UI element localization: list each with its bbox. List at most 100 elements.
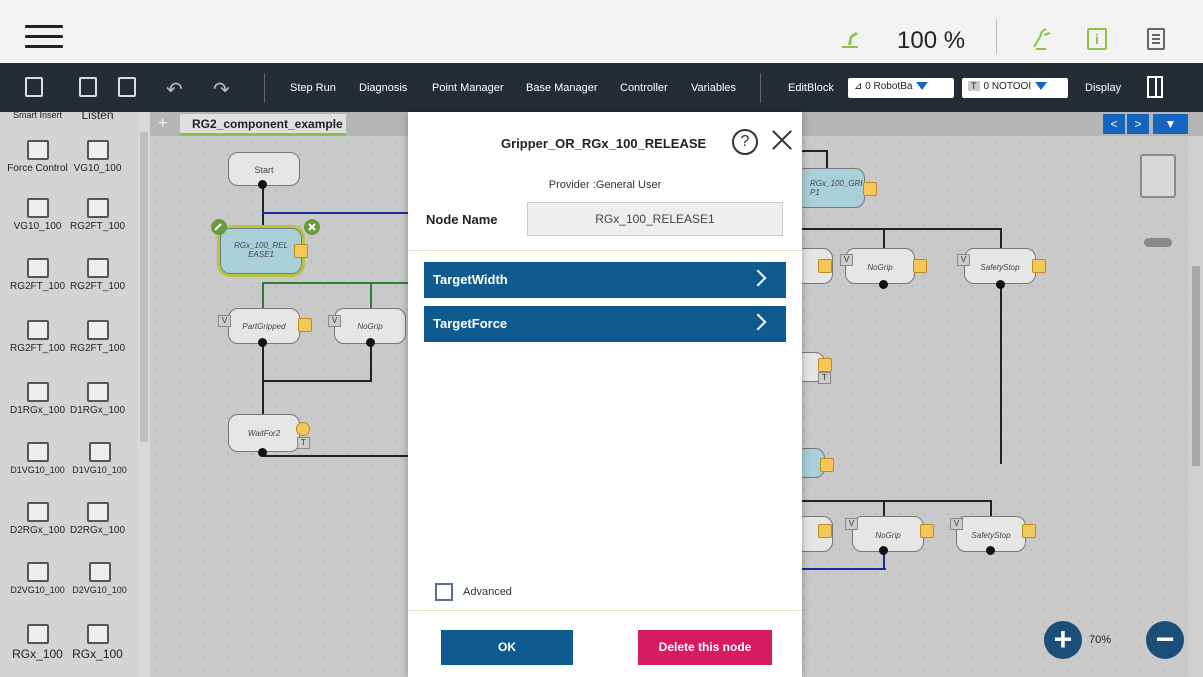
toolbar-separator bbox=[760, 73, 761, 103]
step-run-button[interactable]: Step Run bbox=[290, 82, 336, 94]
flow-connector bbox=[262, 212, 408, 214]
node-settings-icon bbox=[863, 182, 877, 196]
chevron-down-icon bbox=[1035, 82, 1048, 91]
hand-guide-icon[interactable] bbox=[1030, 25, 1054, 51]
variable-badge: V bbox=[328, 315, 341, 327]
flow-node-no-grip-right2[interactable]: NoGrip bbox=[852, 516, 924, 552]
section-target-force[interactable]: TargetForce bbox=[424, 306, 786, 342]
toggle-off-icon[interactable] bbox=[1140, 220, 1176, 250]
redo-icon[interactable]: ↷ bbox=[213, 77, 230, 102]
flow-node-safety-stop[interactable]: SafetyStop bbox=[964, 248, 1036, 284]
gripper-icon bbox=[86, 382, 109, 402]
advanced-checkbox[interactable] bbox=[435, 583, 453, 601]
palette-item[interactable]: D1VG10_100 bbox=[62, 442, 137, 475]
tool-select[interactable]: T0 NOTOOI bbox=[962, 78, 1068, 98]
zoom-in-button[interactable]: + bbox=[1044, 621, 1082, 659]
info-icon[interactable]: i bbox=[1087, 28, 1107, 50]
dialog-title: Gripper_OR_RGx_100_RELEASE bbox=[501, 136, 707, 151]
canvas-nav-next-button[interactable]: > bbox=[1127, 114, 1149, 134]
edit-block-button[interactable]: EditBlock bbox=[788, 82, 834, 94]
gripper-icon bbox=[26, 502, 49, 522]
edit-node-icon[interactable] bbox=[210, 218, 228, 236]
export-file-icon[interactable] bbox=[118, 77, 136, 97]
help-icon[interactable]: ? bbox=[732, 129, 758, 155]
robot-status-icon bbox=[842, 32, 858, 48]
tool-tag: T bbox=[968, 81, 980, 91]
new-file-icon[interactable] bbox=[25, 77, 43, 97]
flow-node-wait-for2[interactable]: WaitFor2 bbox=[228, 414, 300, 452]
vacuum-gripper-icon bbox=[26, 562, 49, 582]
flow-connector bbox=[262, 455, 408, 457]
node-settings-icon bbox=[820, 458, 834, 472]
palette-item[interactable]: D1RGx_100 bbox=[60, 382, 135, 416]
section-label: TargetForce bbox=[433, 316, 508, 331]
palette-item[interactable]: D2VG10_100 bbox=[62, 562, 137, 595]
timer-badge: T bbox=[818, 372, 831, 384]
robot-base-select[interactable]: ⊿ 0 RobotBa bbox=[848, 78, 954, 98]
force-control-icon bbox=[26, 140, 49, 160]
provider-text: Provider :General User bbox=[548, 179, 662, 191]
tab-rg2-component-example[interactable]: RG2_component_example bbox=[180, 114, 346, 136]
block-view-icon[interactable] bbox=[1140, 154, 1176, 198]
scrollbar-thumb[interactable] bbox=[1192, 266, 1200, 466]
display-button[interactable]: Display bbox=[1085, 82, 1121, 94]
vacuum-gripper-icon bbox=[26, 442, 49, 462]
close-icon[interactable] bbox=[768, 126, 796, 154]
flow-connector bbox=[262, 184, 264, 232]
node-port bbox=[986, 546, 995, 555]
ok-button[interactable]: OK bbox=[441, 630, 573, 665]
node-name-input[interactable] bbox=[527, 202, 783, 236]
palette-item[interactable]: RG2FT_100 bbox=[60, 258, 135, 292]
node-port bbox=[366, 338, 375, 347]
flow-node-release[interactable]: RGx_100_REL EASE1 bbox=[217, 225, 305, 277]
save-file-icon[interactable] bbox=[79, 77, 97, 97]
canvas-menu-button[interactable]: ▼ bbox=[1153, 114, 1188, 134]
variable-badge: V bbox=[218, 315, 231, 327]
node-settings-icon bbox=[1022, 524, 1036, 538]
vacuum-gripper-icon bbox=[26, 198, 49, 218]
timer-badge: T bbox=[297, 437, 310, 449]
base-manager-button[interactable]: Base Manager bbox=[526, 82, 598, 94]
palette-item[interactable]: D2RGx_100 bbox=[60, 502, 135, 536]
palette-scrollbar[interactable] bbox=[138, 112, 150, 677]
add-tab-button[interactable]: + bbox=[158, 115, 167, 133]
gripper-icon bbox=[86, 624, 109, 644]
scrollbar-thumb[interactable] bbox=[140, 132, 148, 442]
palette-item[interactable]: VG10_100 bbox=[60, 140, 135, 174]
controller-button[interactable]: Controller bbox=[620, 82, 668, 94]
undo-icon[interactable]: ↶ bbox=[166, 77, 183, 102]
section-target-width[interactable]: TargetWidth bbox=[424, 262, 786, 298]
log-icon[interactable] bbox=[1147, 28, 1165, 50]
flow-connector bbox=[262, 340, 264, 415]
delete-node-button[interactable]: Delete this node bbox=[638, 630, 772, 665]
palette-item[interactable]: RGx_100 bbox=[60, 624, 135, 661]
flow-node-no-grip-right[interactable]: NoGrip bbox=[845, 248, 915, 284]
point-manager-button[interactable]: Point Manager bbox=[432, 82, 504, 94]
diagnosis-button[interactable]: Diagnosis bbox=[359, 82, 407, 94]
zoom-out-button[interactable]: − bbox=[1146, 621, 1184, 659]
remove-node-icon[interactable] bbox=[303, 218, 321, 236]
advanced-label: Advanced bbox=[463, 586, 512, 598]
node-settings-icon bbox=[818, 524, 832, 538]
vacuum-gripper-icon bbox=[88, 562, 111, 582]
base-icon: ⊿ bbox=[854, 81, 863, 92]
zoom-level: 70% bbox=[1089, 634, 1112, 646]
node-settings-icon bbox=[913, 259, 927, 273]
flow-node-grip[interactable]: RGx_100_GRI P1 bbox=[795, 168, 865, 208]
divider bbox=[408, 610, 802, 611]
vacuum-gripper-icon bbox=[86, 140, 109, 160]
chevron-down-icon bbox=[916, 82, 929, 91]
speed-readout[interactable]: 100 % bbox=[897, 27, 965, 55]
split-view-icon[interactable] bbox=[1147, 76, 1163, 98]
menu-icon[interactable] bbox=[25, 25, 65, 48]
gripper-icon bbox=[86, 320, 109, 340]
vacuum-gripper-icon bbox=[88, 442, 111, 462]
node-port bbox=[879, 280, 888, 289]
palette-item[interactable]: RG2FT_100 bbox=[60, 198, 135, 232]
variable-badge: V bbox=[845, 518, 858, 530]
palette-item[interactable]: RG2FT_100 bbox=[60, 320, 135, 354]
variables-button[interactable]: Variables bbox=[691, 82, 736, 94]
canvas-nav-prev-button[interactable]: < bbox=[1103, 114, 1125, 134]
canvas-scrollbar[interactable] bbox=[1188, 136, 1203, 677]
palette-header-listen[interactable]: Listen bbox=[60, 108, 135, 122]
